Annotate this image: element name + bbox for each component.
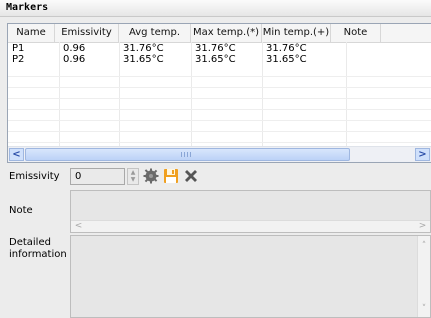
table-header: Name Emissivity Avg temp. Max temp.(*) M… [8,24,431,43]
cell-emissivity: 0.96 [63,43,86,54]
note-textarea[interactable]: < > [70,190,431,233]
scroll-right-button[interactable]: > [415,148,430,161]
column-header-min-temp[interactable]: Min temp.(+) [262,24,331,42]
panel-title: Markers [6,2,49,13]
row-divider [8,87,431,88]
table-row[interactable]: P2 0.96 31.65°C 31.65°C 31.65°C [8,54,431,65]
cell-avg-temp: 31.65°C [123,54,164,65]
row-divider [8,120,431,121]
cell-min-temp: 31.76°C [266,43,307,54]
column-header-note[interactable]: Note [331,24,381,42]
table-horizontal-scrollbar[interactable]: < > [8,146,431,162]
gear-icon[interactable] [143,168,159,184]
markers-table[interactable]: Name Emissivity Avg temp. Max temp.(*) M… [7,23,431,163]
cell-note [346,43,431,54]
detail-vertical-scrollbar[interactable]: ˄ ˅ [417,236,430,317]
row-divider [8,98,431,99]
column-header-emissivity[interactable]: Emissivity [55,24,119,42]
note-label: Note [9,205,33,216]
scroll-thumb[interactable] [25,148,350,161]
spin-down-icon[interactable]: ▼ [128,176,138,183]
note-horizontal-scrollbar[interactable]: < > [71,220,430,232]
detailed-info-textarea[interactable]: ˄ ˅ [70,235,431,318]
cell-max-temp: 31.76°C [195,43,236,54]
spin-up-icon[interactable]: ▲ [128,169,138,176]
cell-note [346,54,431,65]
table-row[interactable]: P1 0.96 31.76°C 31.76°C 31.76°C [8,43,431,54]
column-header-avg-temp[interactable]: Avg temp. [119,24,191,42]
cell-min-temp: 31.65°C [266,54,307,65]
cell-name: P2 [12,54,25,65]
delete-icon[interactable] [183,168,199,184]
cell-max-temp: 31.65°C [195,54,236,65]
column-header-max-temp[interactable]: Max temp.(*) [191,24,262,42]
row-divider [8,76,431,77]
note-scroll-left-button[interactable]: < [73,221,84,232]
row-divider [8,142,431,143]
scroll-left-button[interactable]: < [9,148,24,161]
detailed-info-label-line2: information [9,249,67,260]
cell-emissivity: 0.96 [63,54,86,65]
emissivity-spinner[interactable]: ▲ ▼ [127,168,139,185]
emissivity-input[interactable]: 0 [70,168,125,185]
cell-name: P1 [12,43,25,54]
detailed-info-label-line1: Detailed [9,237,51,248]
emissivity-label: Emissivity [9,171,60,182]
scroll-grip [181,152,193,157]
panel-titlebar: Markers [0,0,431,17]
note-scroll-right-button[interactable]: > [417,221,428,232]
scroll-up-icon[interactable]: ˄ [418,240,430,252]
row-divider [8,109,431,110]
row-divider [8,131,431,132]
column-header-name[interactable]: Name [8,24,55,42]
scroll-down-icon[interactable]: ˅ [418,303,430,315]
save-icon[interactable] [163,168,179,184]
cell-avg-temp: 31.76°C [123,43,164,54]
